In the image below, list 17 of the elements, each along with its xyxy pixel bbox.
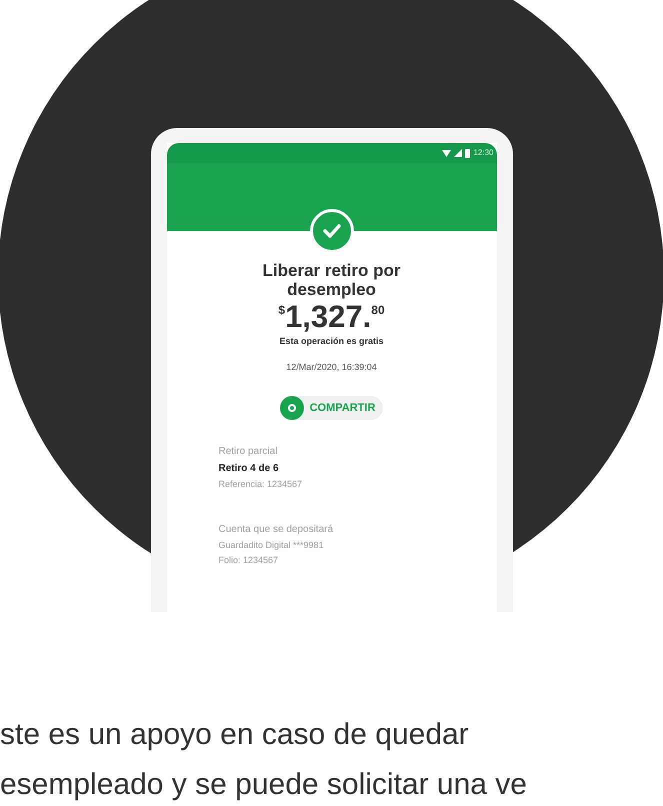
signal-icon	[454, 149, 462, 157]
description-line: ste es un apoyo en caso de quedar	[0, 717, 470, 753]
share-button[interactable]: COMPARTIR	[280, 396, 384, 420]
battery-icon	[465, 148, 470, 158]
detail-label: Retiro parcial	[218, 445, 278, 459]
detail-text: Guardadito Digital ***9981	[218, 538, 325, 552]
datetime: 12/Mar/2020, 16:39:04	[286, 360, 377, 374]
wifi-icon	[442, 150, 452, 156]
share-icon	[280, 396, 304, 420]
receipt-title: Liberar retiro por desempleo	[262, 261, 402, 299]
description-line: esempleado y se puede solicitar una ve	[0, 767, 528, 803]
detail-text: Referencia: 1234567	[218, 478, 304, 491]
fee-note: Esta operación es gratis	[279, 335, 384, 348]
detail-label: Cuenta que se depositará	[218, 522, 334, 536]
status-time: 12:30	[473, 147, 494, 159]
detail-text: Folio: 1234567	[218, 554, 280, 567]
detail-value: Retiro 4 de 6	[218, 462, 280, 476]
